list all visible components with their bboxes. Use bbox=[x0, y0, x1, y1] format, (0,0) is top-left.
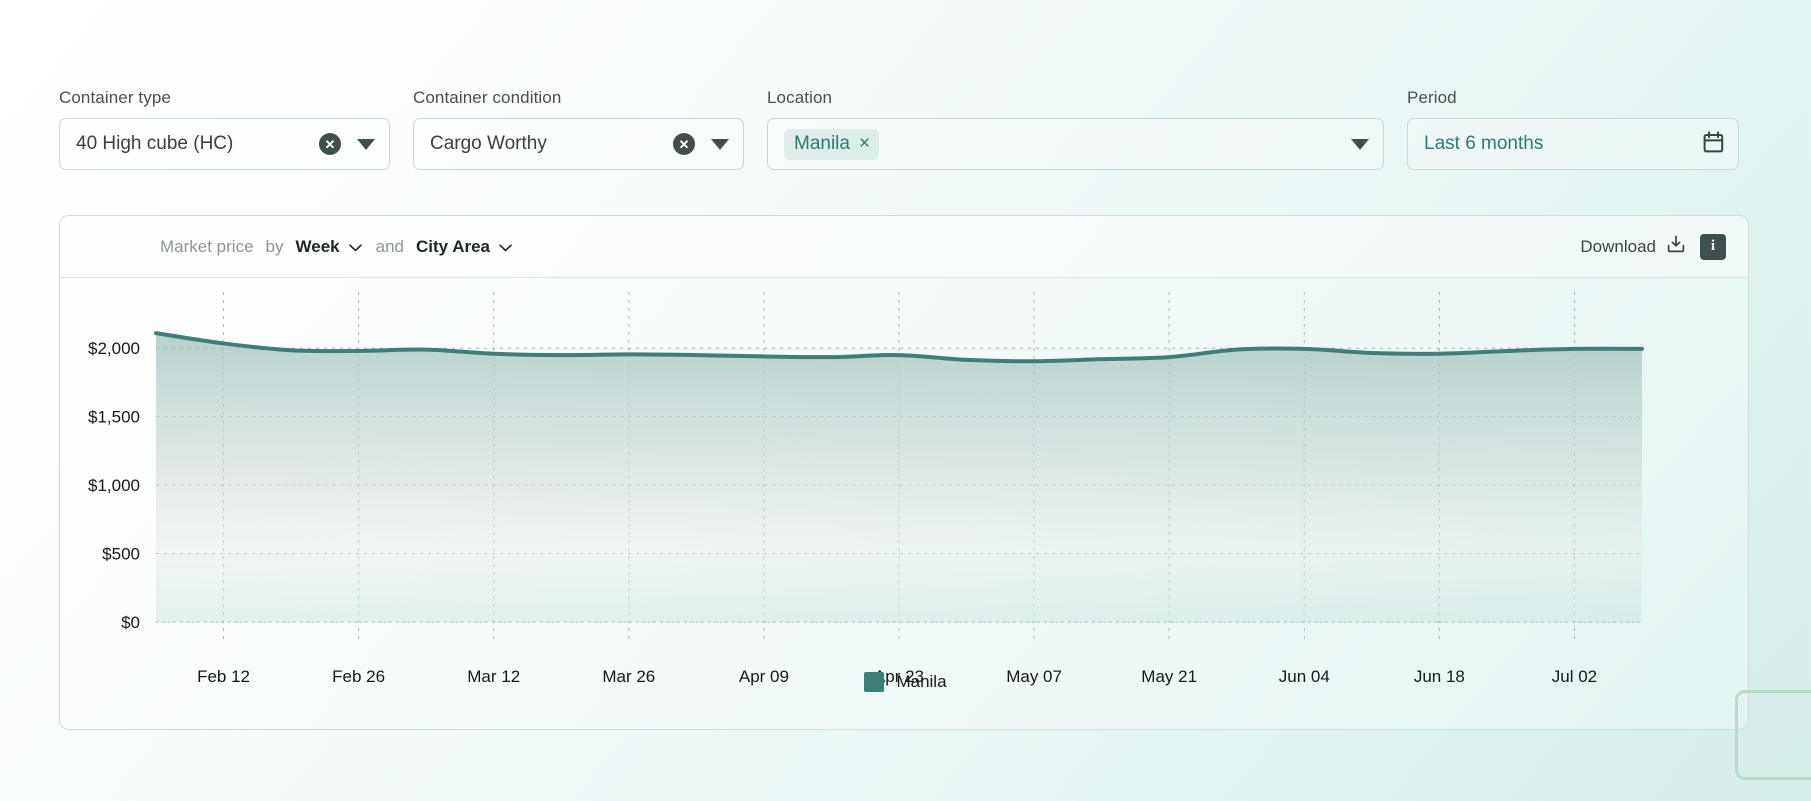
info-icon[interactable]: i bbox=[1700, 233, 1726, 260]
grouping-selector[interactable]: City Area bbox=[416, 237, 512, 257]
period-value: Last 6 months bbox=[1424, 133, 1544, 154]
close-icon[interactable]: × bbox=[859, 134, 870, 153]
market-price-area-chart[interactable]: $0$500$1,000$1,500$2,000Feb 12 Feb 26 Mar … bbox=[60, 278, 1748, 730]
granularity-value: Week bbox=[295, 236, 340, 256]
filter-period: Period Last 6 months bbox=[1407, 88, 1739, 170]
container-condition-label: Container condition bbox=[413, 88, 562, 107]
filter-container-type: Container type 40 High cube (HC) ✕ bbox=[59, 88, 390, 170]
container-type-value: 40 High cube (HC) bbox=[76, 133, 234, 154]
chart-plot-area: $0 $500 $1,000 $1,500 $2,000 Feb 12 Feb 26 Mar … bbox=[60, 278, 1748, 730]
period-label: Period bbox=[1407, 88, 1457, 107]
filter-bar: Container type 40 High cube (HC) ✕ Conta… bbox=[59, 88, 1749, 170]
series-area-manila bbox=[156, 333, 1642, 622]
download-label: Download bbox=[1580, 236, 1656, 256]
chart-legend: Manila bbox=[0, 672, 1811, 692]
container-condition-value: Cargo Worthy bbox=[430, 133, 547, 154]
legend-label-manila: Manila bbox=[896, 672, 947, 691]
container-condition-select[interactable]: Cargo Worthy ✕ bbox=[413, 118, 744, 170]
chart-toolbar: Market price by Week and City Area Downl… bbox=[60, 216, 1748, 278]
y-axis-tick-label: $1,000 bbox=[88, 476, 140, 495]
by-label: by bbox=[265, 236, 284, 256]
period-select[interactable]: Last 6 months bbox=[1407, 118, 1739, 170]
location-chip-container: Manila × bbox=[784, 128, 1351, 160]
chevron-down-icon[interactable] bbox=[711, 138, 729, 150]
location-select[interactable]: Manila × bbox=[767, 118, 1384, 170]
location-chip-manila[interactable]: Manila × bbox=[784, 128, 880, 160]
chevron-down-icon[interactable] bbox=[1351, 138, 1369, 150]
download-icon bbox=[1666, 234, 1686, 259]
container-type-label: Container type bbox=[59, 88, 171, 107]
partial-panel-corner bbox=[1735, 690, 1811, 780]
clear-circle-icon[interactable]: ✕ bbox=[673, 133, 695, 155]
download-button[interactable]: Download bbox=[1580, 234, 1686, 259]
location-label: Location bbox=[767, 88, 833, 107]
container-type-select[interactable]: 40 High cube (HC) ✕ bbox=[59, 118, 390, 170]
market-price-chart-card: Market price by Week and City Area Downl… bbox=[59, 215, 1749, 730]
chevron-down-icon[interactable] bbox=[357, 138, 375, 150]
chevron-down-icon bbox=[499, 237, 512, 257]
clear-circle-icon[interactable]: ✕ bbox=[319, 133, 341, 155]
location-chip-label: Manila bbox=[794, 132, 850, 154]
grouping-value: City Area bbox=[415, 236, 490, 256]
y-axis-tick-label: $2,000 bbox=[88, 339, 140, 358]
filter-location: Location Manila × bbox=[767, 88, 1384, 170]
legend-swatch-manila bbox=[864, 672, 885, 692]
y-axis-tick-label: $0 bbox=[121, 613, 140, 632]
filter-container-condition: Container condition Cargo Worthy ✕ bbox=[413, 88, 744, 170]
metric-label: Market price bbox=[160, 236, 254, 256]
y-axis-tick-label: $1,500 bbox=[88, 408, 140, 427]
and-label: and bbox=[375, 236, 404, 256]
granularity-selector[interactable]: Week bbox=[296, 237, 362, 257]
y-axis-tick-label: $500 bbox=[102, 545, 140, 564]
calendar-icon[interactable] bbox=[1703, 130, 1724, 158]
chevron-down-icon bbox=[348, 237, 362, 257]
